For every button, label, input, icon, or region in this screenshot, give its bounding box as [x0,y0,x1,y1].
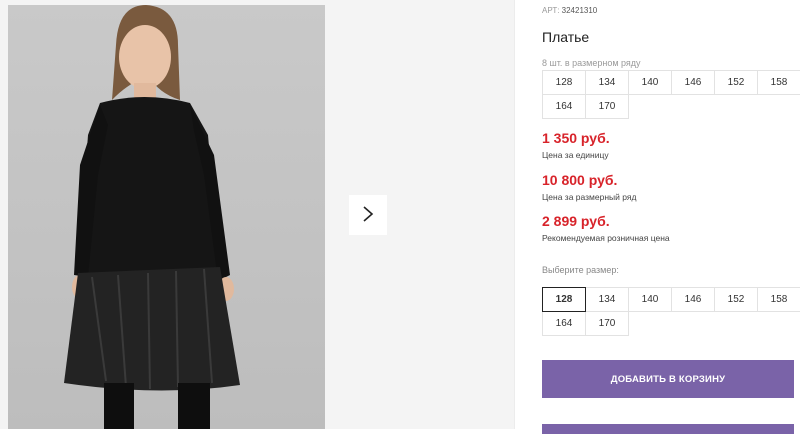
series-size: 140 [628,70,672,95]
series-size: 170 [585,94,629,119]
series-size: 128 [542,70,586,95]
size-option-selected[interactable]: 128 [542,287,586,312]
column-divider [514,0,515,429]
size-option[interactable]: 170 [585,311,629,336]
series-size: 152 [714,70,758,95]
unit-price: 1 350 руб. [542,130,610,146]
size-select-label: Выберите размер: [542,265,619,275]
retail-price: 2 899 руб. [542,213,610,229]
size-selector: 128 134 140 146 152 158 164 170 [542,287,800,336]
series-price-label: Цена за размерный ряд [542,192,637,202]
add-to-cart-button[interactable]: ДОБАВИТЬ В КОРЗИНУ [542,360,794,398]
size-option[interactable]: 134 [585,287,629,312]
product-title: Платье [542,29,590,45]
size-option[interactable]: 152 [714,287,758,312]
product-gallery [0,0,514,429]
retail-price-label: Рекомендуемая розничная цена [542,233,670,243]
size-option[interactable]: 158 [757,287,800,312]
series-price: 10 800 руб. [542,172,618,188]
product-photo-illustration [8,5,325,429]
secondary-action-button[interactable] [542,424,794,434]
sku-value: 32421310 [561,6,598,15]
series-size: 164 [542,94,586,119]
series-size: 158 [757,70,800,95]
gallery-next-button[interactable] [349,195,387,235]
size-option[interactable]: 140 [628,287,672,312]
unit-price-label: Цена за единицу [542,150,609,160]
chevron-right-icon [362,205,374,226]
size-option[interactable]: 146 [671,287,715,312]
series-note: 8 шт. в размерном ряду [542,58,641,68]
product-photo [8,5,325,429]
series-size-grid: 128 134 140 146 152 158 164 170 [542,70,800,119]
series-size: 134 [585,70,629,95]
sku-label: АРТ: [542,6,560,15]
series-size: 146 [671,70,715,95]
product-info: АРТ: 32421310 Платье 8 шт. в размерном р… [542,0,800,434]
size-option[interactable]: 164 [542,311,586,336]
sku: АРТ: 32421310 [542,6,597,15]
